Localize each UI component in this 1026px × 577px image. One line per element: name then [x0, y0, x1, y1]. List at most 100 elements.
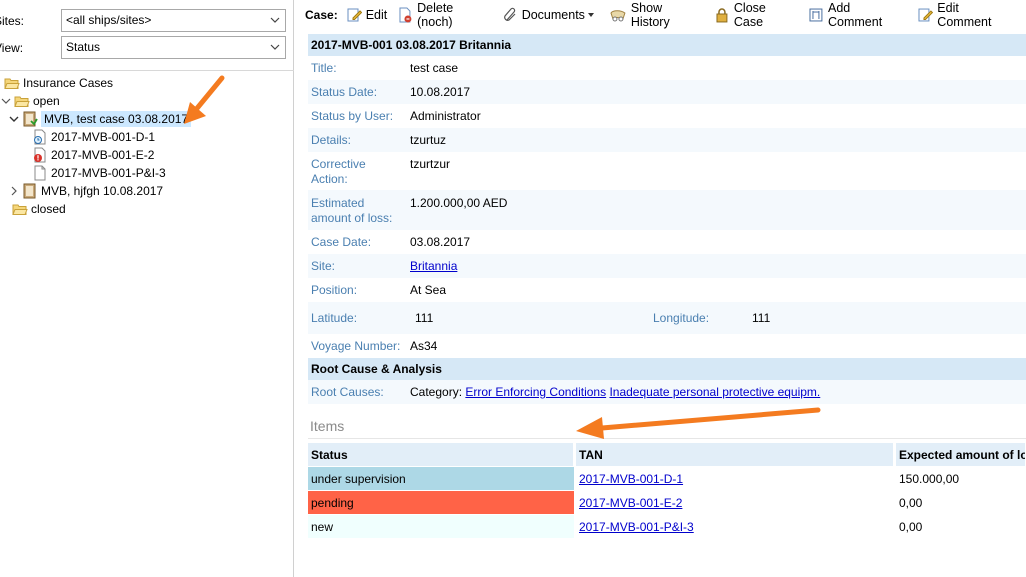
- filter-divider: [0, 70, 294, 71]
- latitude-value: 111: [415, 311, 434, 325]
- details-value: tzurtuz: [410, 133, 447, 147]
- case-book-icon: [23, 111, 38, 127]
- tree-label: Insurance Cases: [23, 76, 114, 90]
- close-case-button[interactable]: Close Case: [714, 1, 798, 29]
- tree-item-child-e2[interactable]: 2017-MVB-001-E-2: [32, 146, 154, 164]
- status-cell: under supervision: [308, 467, 574, 490]
- edit-label: Edit: [365, 8, 388, 22]
- document-error-icon: [34, 147, 46, 163]
- tree-label: MVB, test case 03.08.2017: [41, 111, 192, 127]
- show-history-button[interactable]: Show History: [609, 1, 704, 29]
- tree-item-case-test[interactable]: MVB, test case 03.08.2017: [8, 110, 192, 128]
- sites-label: Sites:: [0, 14, 25, 28]
- tan-link[interactable]: 2017-MVB-001-E-2: [579, 496, 682, 510]
- items-title: Items: [310, 418, 345, 434]
- cause-link-2[interactable]: Inadequate personal protective equipm.: [609, 385, 820, 399]
- field-site: Site: Britannia: [308, 254, 1026, 278]
- field-case-date: Case Date: 03.08.2017: [308, 230, 1026, 254]
- tree-label: open: [33, 94, 60, 108]
- table-row[interactable]: pending 2017-MVB-001-E-2 0,00: [308, 491, 1026, 515]
- edit-button[interactable]: Edit: [346, 7, 388, 23]
- col-header-status[interactable]: Status: [308, 443, 574, 466]
- field-corrective-action: Corrective Action: tzurtzur: [308, 152, 1026, 190]
- root-causes-label: Root Causes:: [311, 385, 384, 399]
- case-toolbar: Case: Edit Delete (noch) Documents Show …: [300, 0, 1026, 30]
- delete-button[interactable]: Delete (noch): [397, 1, 491, 29]
- status-by-value: Administrator: [410, 109, 481, 123]
- dropdown-caret-icon: [587, 13, 594, 17]
- field-status-by: Status by User: Administrator: [308, 104, 1026, 128]
- add-comment-icon: [809, 8, 823, 22]
- field-coordinates: Latitude: 111 Longitude: 111: [308, 302, 1026, 334]
- tree-label: 2017-MVB-001-E-2: [51, 148, 155, 162]
- view-dropdown[interactable]: Status: [61, 36, 286, 59]
- site-label: Site:: [311, 259, 336, 273]
- case-header: 2017-MVB-001 03.08.2017 Britannia: [308, 34, 1026, 56]
- edit-comment-icon: [918, 8, 934, 22]
- chevron-down-icon: [270, 44, 280, 50]
- corrective-value: tzurtzur: [410, 157, 451, 171]
- cause-link-1[interactable]: Error Enforcing Conditions: [465, 385, 606, 399]
- paperclip-icon: [503, 7, 516, 21]
- case-detail-pane: Case: Edit Delete (noch) Documents Show …: [300, 0, 1026, 577]
- root-cause-header: Root Cause & Analysis: [308, 358, 1026, 380]
- items-header-row: Status TAN Expected amount of loss: [308, 443, 1026, 467]
- amount-cell: 0,00: [899, 520, 923, 534]
- voyage-value: As34: [410, 339, 438, 353]
- sites-dropdown[interactable]: <all ships/sites>: [61, 9, 286, 32]
- tree-item-insurance-cases[interactable]: Insurance Cases: [4, 74, 113, 92]
- status-date-label: Status Date:: [311, 85, 378, 99]
- toolbar-case-label: Case:: [305, 8, 338, 22]
- documents-button[interactable]: Documents: [502, 7, 599, 23]
- tree-item-closed[interactable]: closed: [12, 200, 66, 218]
- category-label: Category:: [410, 385, 463, 399]
- chevron-down-icon: [270, 17, 280, 23]
- tree-item-child-d1[interactable]: 2017-MVB-001-D-1: [32, 128, 155, 146]
- est-label-line1: Estimated: [311, 196, 365, 210]
- expanded-chevron-icon[interactable]: [0, 95, 12, 107]
- col-header-tan[interactable]: TAN: [576, 443, 894, 466]
- field-voyage: Voyage Number: As34: [308, 334, 1026, 358]
- expanded-chevron-icon[interactable]: [8, 113, 20, 125]
- show-history-label: Show History: [630, 1, 670, 29]
- table-row[interactable]: under supervision 2017-MVB-001-D-1 150.0…: [308, 467, 1026, 491]
- field-root-causes: Root Causes: Category: Error Enforcing C…: [308, 380, 1026, 404]
- history-icon: [610, 10, 626, 22]
- status-date-value: 10.08.2017: [410, 85, 471, 99]
- delete-doc-icon: [399, 7, 412, 23]
- lock-icon: [716, 8, 728, 23]
- site-link[interactable]: Britannia: [410, 259, 457, 274]
- latitude-label: Latitude:: [311, 311, 358, 325]
- sites-dropdown-value: <all ships/sites>: [66, 13, 152, 27]
- status-by-label: Status by User:: [311, 109, 394, 123]
- folder-open-icon: [14, 96, 30, 107]
- corrective-label-line2: Action:: [311, 172, 348, 186]
- tree-item-child-pi3[interactable]: 2017-MVB-001-P&I-3: [32, 164, 166, 182]
- longitude-label: Longitude:: [653, 311, 710, 325]
- navigation-pane: Sites: <all ships/sites> View: Status In…: [0, 0, 294, 577]
- edit-comment-button[interactable]: Edit Comment: [917, 1, 1016, 29]
- close-case-label: Close Case: [733, 1, 766, 29]
- table-row[interactable]: new 2017-MVB-001-P&I-3 0,00: [308, 515, 1026, 539]
- tree-item-open[interactable]: open: [0, 92, 60, 110]
- document-clock-icon: [34, 129, 46, 145]
- document-icon: [34, 165, 46, 181]
- tan-link[interactable]: 2017-MVB-001-P&I-3: [579, 520, 694, 534]
- tree-item-case-hjfgh[interactable]: MVB, hjfgh 10.08.2017: [8, 182, 163, 200]
- amount-cell: 150.000,00: [899, 472, 960, 486]
- voyage-label: Voyage Number:: [311, 339, 401, 353]
- collapsed-chevron-icon[interactable]: [8, 185, 20, 197]
- tan-link[interactable]: 2017-MVB-001-D-1: [579, 472, 683, 486]
- root-causes-value: Category: Error Enforcing Conditions Ina…: [410, 385, 820, 400]
- case-date-value: 03.08.2017: [410, 235, 471, 249]
- tree-label: 2017-MVB-001-P&I-3: [51, 166, 166, 180]
- tree-label: MVB, hjfgh 10.08.2017: [41, 184, 164, 198]
- field-estimated-loss: Estimated amount of loss: 1.200.000,00 A…: [308, 190, 1026, 230]
- title-label: Title:: [311, 61, 337, 75]
- edit-icon: [347, 8, 362, 22]
- status-cell: new: [308, 515, 574, 538]
- col-header-expected-loss[interactable]: Expected amount of loss: [896, 443, 1026, 466]
- add-comment-button[interactable]: Add Comment: [808, 1, 907, 29]
- items-divider: [308, 438, 1026, 439]
- corrective-label-line1: Corrective: [311, 157, 366, 171]
